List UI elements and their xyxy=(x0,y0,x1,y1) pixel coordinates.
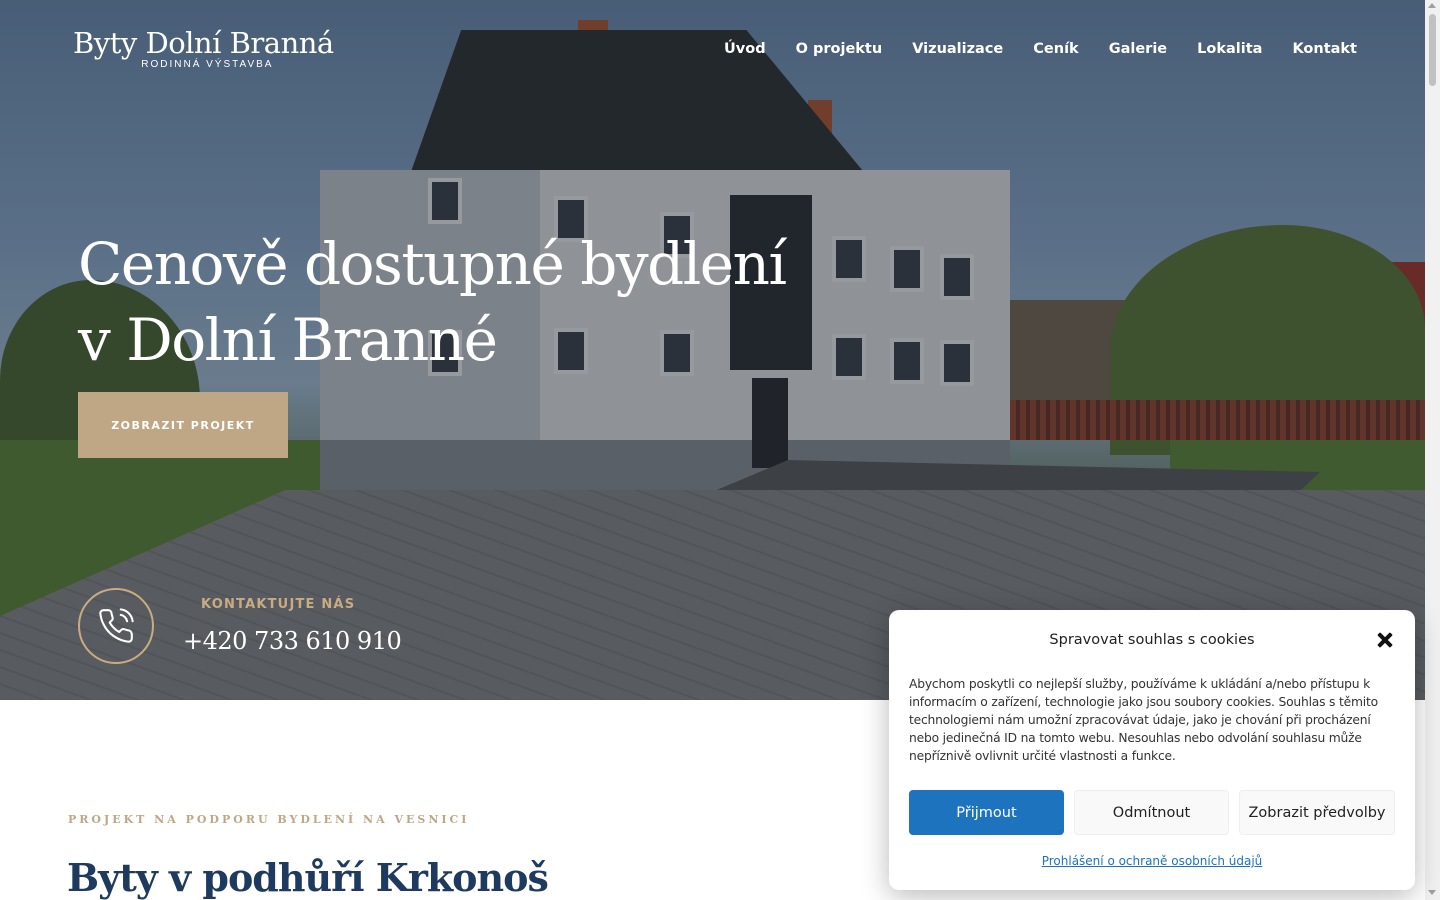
view-preferences-button[interactable]: Zobrazit předvolby xyxy=(1239,790,1395,835)
phone-icon xyxy=(99,608,134,643)
accept-cookies-button[interactable]: Přijmout xyxy=(909,790,1064,835)
nav-item-cenik[interactable]: Ceník xyxy=(1033,41,1078,57)
contact-label: KONTAKTUJTE NÁS xyxy=(201,597,356,612)
cookie-consent-dialog: Spravovat souhlas s cookies Abychom posk… xyxy=(889,610,1415,890)
show-project-button[interactable]: ZOBRAZIT PROJEKT xyxy=(78,392,288,458)
site-logo[interactable]: Byty Dolní Branná RODINNÁ VÝSTAVBA xyxy=(73,26,334,70)
deny-cookies-button[interactable]: Odmítnout xyxy=(1074,790,1229,835)
logo-title: Byty Dolní Branná xyxy=(73,26,334,60)
page-scrollbar[interactable] xyxy=(1425,0,1440,900)
hero-title-line2: v Dolní Branné xyxy=(78,306,498,374)
contact-phone-link[interactable]: +420 733 610 910 xyxy=(183,627,402,655)
hero-title: Cenově dostupné bydlení v Dolní Branné xyxy=(78,226,798,378)
nav-item-o-projektu[interactable]: O projektu xyxy=(796,41,883,57)
privacy-policy-link[interactable]: Prohlášení o ochraně osobních údajů xyxy=(889,854,1415,868)
scroll-down-arrow-icon[interactable] xyxy=(1428,890,1436,895)
section-title: Byty v podhůří Krkonoš xyxy=(67,855,549,900)
section-eyebrow: PROJEKT NA PODPORU BYDLENÍ NA VESNICI xyxy=(68,813,470,826)
scroll-up-arrow-icon[interactable] xyxy=(1428,3,1436,8)
cookie-dialog-title: Spravovat souhlas s cookies xyxy=(1049,632,1255,648)
hero-title-line1: Cenově dostupné bydlení xyxy=(78,230,787,298)
hero-section: Byty Dolní Branná RODINNÁ VÝSTAVBA Úvod … xyxy=(0,0,1425,700)
main-nav: Úvod O projektu Vizualizace Ceník Galeri… xyxy=(724,41,1357,57)
scroll-thumb[interactable] xyxy=(1429,14,1436,86)
cookie-dialog-text: Abychom poskytli co nejlepší služby, pou… xyxy=(909,677,1378,763)
phone-icon-circle[interactable] xyxy=(78,588,154,664)
nav-item-galerie[interactable]: Galerie xyxy=(1109,41,1167,57)
logo-subtitle: RODINNÁ VÝSTAVBA xyxy=(141,59,274,70)
nav-item-lokalita[interactable]: Lokalita xyxy=(1197,41,1262,57)
nav-item-kontakt[interactable]: Kontakt xyxy=(1292,41,1357,57)
close-icon[interactable] xyxy=(1373,628,1397,652)
nav-item-vizualizace[interactable]: Vizualizace xyxy=(912,41,1003,57)
nav-item-uvod[interactable]: Úvod xyxy=(724,41,766,57)
